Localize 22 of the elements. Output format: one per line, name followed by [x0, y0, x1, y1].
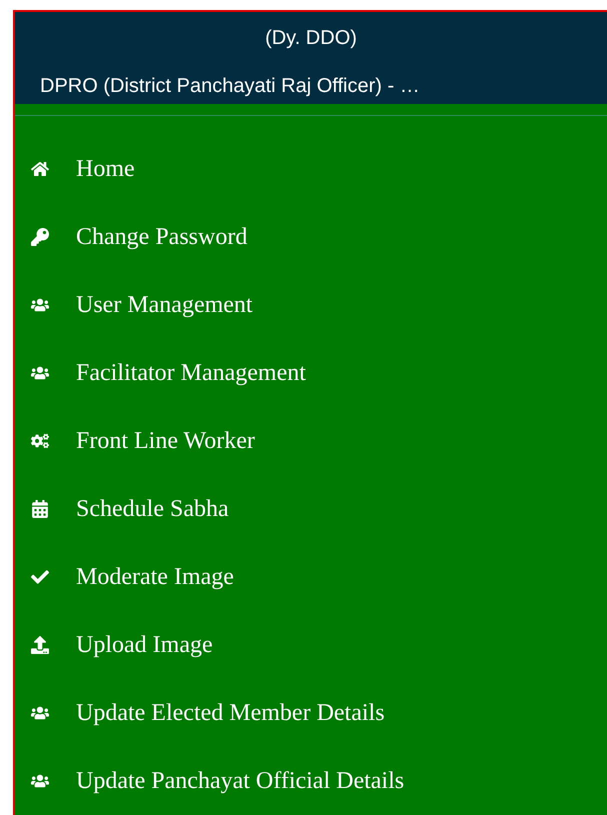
menu-item[interactable]: Upload Image [15, 611, 607, 679]
menu-item[interactable]: Change Password [15, 203, 607, 271]
office-name: DPRO (District Panchayati Raj Officer) - … [40, 74, 420, 98]
users-icon [31, 704, 49, 722]
role-title: (Dy. DDO) [265, 26, 357, 50]
calendar-icon [31, 500, 49, 518]
users-icon [31, 364, 49, 382]
menu-item[interactable]: Update Panchayat Official Details [15, 747, 607, 815]
users-icon [31, 296, 49, 314]
menu-item[interactable]: Front Line Worker [15, 407, 607, 475]
check-icon [31, 568, 49, 586]
menu-item[interactable]: Update Elected Member Details [15, 679, 607, 747]
menu-item[interactable]: User Management [15, 271, 607, 339]
menu-item[interactable]: Facilitator Management [15, 339, 607, 407]
menu-item[interactable]: Schedule Sabha [15, 475, 607, 543]
menu-item[interactable]: Moderate Image [15, 543, 607, 611]
upload-icon [31, 636, 49, 654]
menu-item[interactable]: Home [15, 135, 607, 203]
home-icon [31, 160, 49, 178]
key-icon [31, 228, 49, 246]
gears-icon [31, 432, 49, 450]
users-icon [31, 772, 49, 790]
